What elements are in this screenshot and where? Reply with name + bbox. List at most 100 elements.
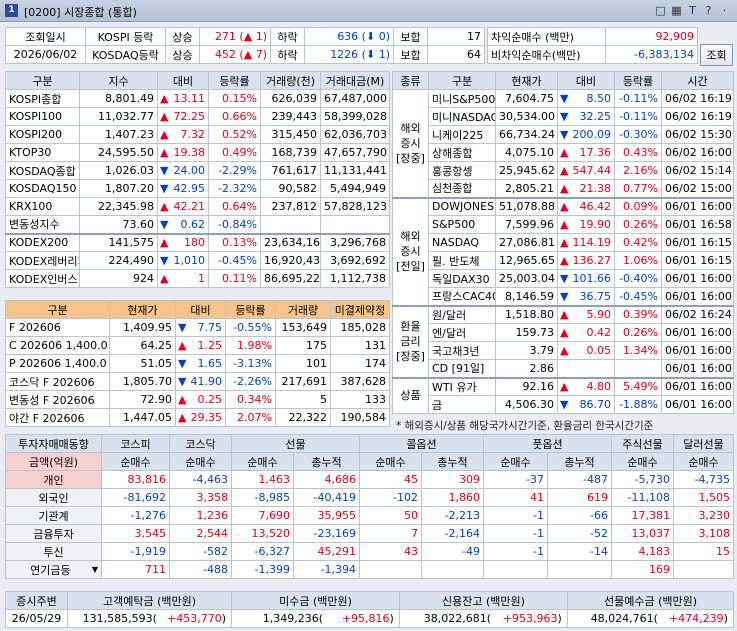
change-rate: 2.16% — [614, 161, 662, 180]
global-row[interactable]: 해외 증시 [전일] DOWJONES 51,078.88 ▲ 46.42 0.09% 06… — [392, 196, 734, 306]
volume: 168,739 — [260, 143, 321, 162]
change-cell: ▲ 0.25 — [175, 390, 226, 409]
row-name: WTI 유가 — [428, 376, 496, 396]
change-rate: 0.11% — [208, 269, 261, 288]
investor-row[interactable]: 기관계 -1,276 1,236 7,690 35,955 50 -2,213 -1 -66 17… — [5, 506, 734, 525]
investor-value: 41 — [483, 488, 548, 507]
investor-value: -6,327 — [231, 542, 294, 561]
col-header: 코스피 — [101, 434, 170, 453]
current-price: 4,075.10 — [495, 143, 558, 162]
futures-row[interactable]: 야간 F 202606 1,447.05 ▲ 29.35 2.07% 22,322 190,… — [5, 408, 390, 427]
global-row[interactable]: 홍콩항셍 25,945.62 ▲ 547.44 2.16% 06/02 15:14 — [393, 161, 734, 180]
etf-row[interactable]: KODEX200141,575▲ 1800.13%23,634,1603,296,… — [5, 232, 390, 252]
down-arrow-icon: ▼ — [178, 375, 187, 388]
etf-row[interactable]: KODEX인버스924▲10.11%86,695,2201,112,738 — [5, 269, 390, 288]
volume: 217,691 — [275, 372, 331, 391]
change-cell: ▲ 114.19 — [557, 233, 615, 252]
investor-row[interactable]: 개인 83,816 -4,463 1,463 4,686 45 309 -37 -487 -5,7… — [5, 470, 734, 489]
change-value: 101.66 — [572, 272, 612, 285]
global-row[interactable]: CD [91일] 2.86 06/01 16:00 — [393, 359, 734, 378]
change-value: 13.11 — [173, 92, 206, 105]
quote-time: 06/02 15:00 — [661, 179, 734, 198]
investor-value: 3,545 — [101, 524, 170, 543]
change-rate: 1.98% — [225, 336, 276, 355]
index-row[interactable]: KOSDAQ150 1,807.20 ▼ 42.95 -2.32% 90,582 5,494… — [5, 179, 390, 198]
investor-type[interactable]: 연기금등 ▼ — [5, 560, 102, 579]
row-name: KOSPI100 — [5, 107, 80, 126]
futures-row[interactable]: 변동성 F 202606 72.90 ▲ 0.25 0.34% 5 133 — [5, 390, 390, 409]
global-row[interactable]: 니케이225 66,734.24 ▼ 200.09 -0.30% 06/02 15:30 — [393, 125, 734, 144]
row-name: 필. 반도체 — [428, 251, 496, 270]
global-row[interactable]: 심천종합 2,805.21 ▲ 21.38 0.77% 06/02 15:00 — [393, 179, 734, 198]
global-row[interactable]: 엔/달러 159.73 ▲ 0.42 0.26% 06/01 16:00 — [393, 323, 734, 342]
index-row[interactable]: KOSPI200 1,407.23 ▲ 7.32 0.52% 315,450 62,036,… — [5, 125, 390, 144]
index-row[interactable]: KOSPI100 11,032.77 ▲ 72.25 0.66% 239,443 58,39… — [5, 107, 390, 126]
change-value: 72.25 — [173, 110, 206, 123]
col-header: 미결제약정 — [330, 300, 390, 319]
query-button[interactable]: 조회 — [700, 44, 733, 66]
trade-value: 190,584 — [330, 408, 390, 427]
investor-value: -1,394 — [293, 560, 360, 579]
global-row[interactable]: 금 4,506.30 ▼ 86.70 -1.88% 06/01 16:00 — [393, 395, 734, 414]
change-value: 0.25 — [197, 393, 223, 406]
change-value: 46.42 — [579, 200, 612, 214]
investor-value: 13,520 — [231, 524, 294, 543]
change-cell: ▲ 19.90 — [557, 215, 615, 234]
restore-icon[interactable]: □ — [654, 3, 667, 18]
up-arrow-icon: ▲ — [560, 254, 569, 267]
up-arrow-icon: ▲ — [178, 411, 187, 424]
change-cell: ▲ 72.25 — [157, 107, 209, 126]
futures-row[interactable]: P 202606 1,400.0 51.05 ▼ 1.65 -3.13% 101 174 — [5, 354, 390, 373]
global-row[interactable]: NASDAQ 27,086.81 ▲ 114.19 0.42% 06/01 16:15 — [393, 233, 734, 252]
index-row[interactable]: KOSDAQ종합 1,026.03 ▼ 24.00 -2.29% 761,617 11,13… — [5, 161, 390, 180]
current-price: 2,805.21 — [495, 179, 558, 198]
index-row[interactable]: 변동성지수 73.60 ▼ 0.62 -0.84% — [5, 215, 390, 234]
futures-row[interactable]: 코스닥 F 202606 1,805.70 ▼ 41.90 -2.26% 217,691 3… — [5, 372, 390, 391]
global-row[interactable]: 필. 반도체 12,965.65 ▲ 136.27 1.06% 06/01 16:15 — [393, 251, 734, 270]
etf-row[interactable]: KODEX레버리지224,490▼ 1,010-0.45%16,920,4363,… — [5, 251, 390, 270]
flat-label: 보합 — [393, 45, 428, 64]
change-rate: -0.30% — [614, 125, 662, 144]
change-cell: ▲ 547.44 — [557, 161, 615, 180]
index-row[interactable]: KOSPI종합 8,801.49 ▲ 13.11 0.15% 626,039 67,487,… — [5, 89, 390, 108]
layout-icon[interactable]: ▦ — [670, 3, 683, 18]
index-row[interactable]: KTOP30 24,595.50 ▲ 19.38 0.49% 168,739 47,657,… — [5, 143, 390, 162]
futures-row[interactable]: C 202606 1,400.0 64.25 ▲ 1.25 1.98% 175 131 — [5, 336, 390, 355]
global-row[interactable]: 미니NASDAQ 30,534.00 ▼ 32.25 -0.11% 06/02 16:19 — [393, 107, 734, 126]
row-name: 원/달러 — [428, 304, 496, 324]
global-row[interactable]: 독일DAX30 25,003.04 ▼ 101.66 -0.40% 06/01 16:00 — [393, 269, 734, 288]
investor-row[interactable]: 금융투자 3,545 2,544 13,520 -23,169 7 -2,164 -1 -52 1… — [5, 524, 734, 543]
index-value: 1,409.95 — [109, 318, 176, 337]
futures-row[interactable]: F 202606 1,409.95 ▼ 7.75 -0.55% 153,649 185,02… — [5, 318, 390, 337]
row-name: 독일DAX30 — [428, 269, 496, 288]
global-row[interactable]: 국고채3년 3.79 ▲ 0.05 1.34% 06/01 16:00 — [393, 341, 734, 360]
global-row[interactable]: 상품 WTI 유가 92.16 ▲ 4.80 5.49% 06/01 16:00 — [392, 376, 734, 414]
global-row[interactable]: S&P500 7,599.96 ▲ 19.90 0.26% 06/01 16:58 — [393, 215, 734, 234]
global-row[interactable]: 해외 증시 [장중] 미니S&P500 7,604.75 ▼ 8.50 -0.11% 06/… — [392, 89, 734, 198]
investor-dropdown[interactable]: 연기금등 ▼ — [9, 562, 98, 578]
change-value: 42.95 — [173, 182, 206, 195]
col-header: 시간 — [661, 71, 734, 90]
change-rate: -3.13% — [225, 354, 276, 373]
investor-row[interactable]: 연기금등 ▼ 711 -488 -1,399 -1,394 169 — [5, 560, 734, 579]
change-cell: ▲ 29.35 — [175, 408, 226, 427]
help-icon[interactable]: ? — [702, 3, 715, 18]
minimize-icon[interactable]: · — [718, 3, 731, 18]
text-size-icon[interactable]: T — [686, 3, 699, 18]
change-value: 1.25 — [197, 339, 223, 352]
global-row[interactable]: 상해종합 4,075.10 ▲ 17.36 0.43% 06/02 16:00 — [393, 143, 734, 162]
investor-value: -1,276 — [101, 506, 170, 525]
investor-value: -2,213 — [421, 506, 484, 525]
global-row[interactable]: 환율 금리 [장중] 원/달러 1,518.80 ▲ 5.90 0.39% 06/02 16… — [392, 304, 734, 378]
change-cell: ▼ 86.70 — [557, 395, 615, 414]
global-row[interactable]: 프랑스CAC40 8,146.59 ▼ 36.75 -0.45% 06/01 16:00 — [393, 287, 734, 306]
current-price: 1,518.80 — [495, 304, 558, 324]
index-row[interactable]: KRX100 22,345.98 ▲ 42.21 0.64% 237,812 57,828,… — [5, 197, 390, 216]
investor-value: 13,037 — [611, 524, 674, 543]
change-value: 0.62 — [180, 217, 206, 231]
quote-time: 06/02 16:19 — [661, 107, 734, 126]
investor-row[interactable]: 외국인 -81,692 3,358 -8,985 -40,419 -102 1,860 41 6… — [5, 488, 734, 507]
chevron-down-icon[interactable]: ▼ — [92, 565, 98, 574]
investor-row[interactable]: 투신 -1,919 -582 -6,327 45,291 43 -49 -1 -14 4,183 1… — [5, 542, 734, 561]
investor-value: -102 — [359, 488, 422, 507]
